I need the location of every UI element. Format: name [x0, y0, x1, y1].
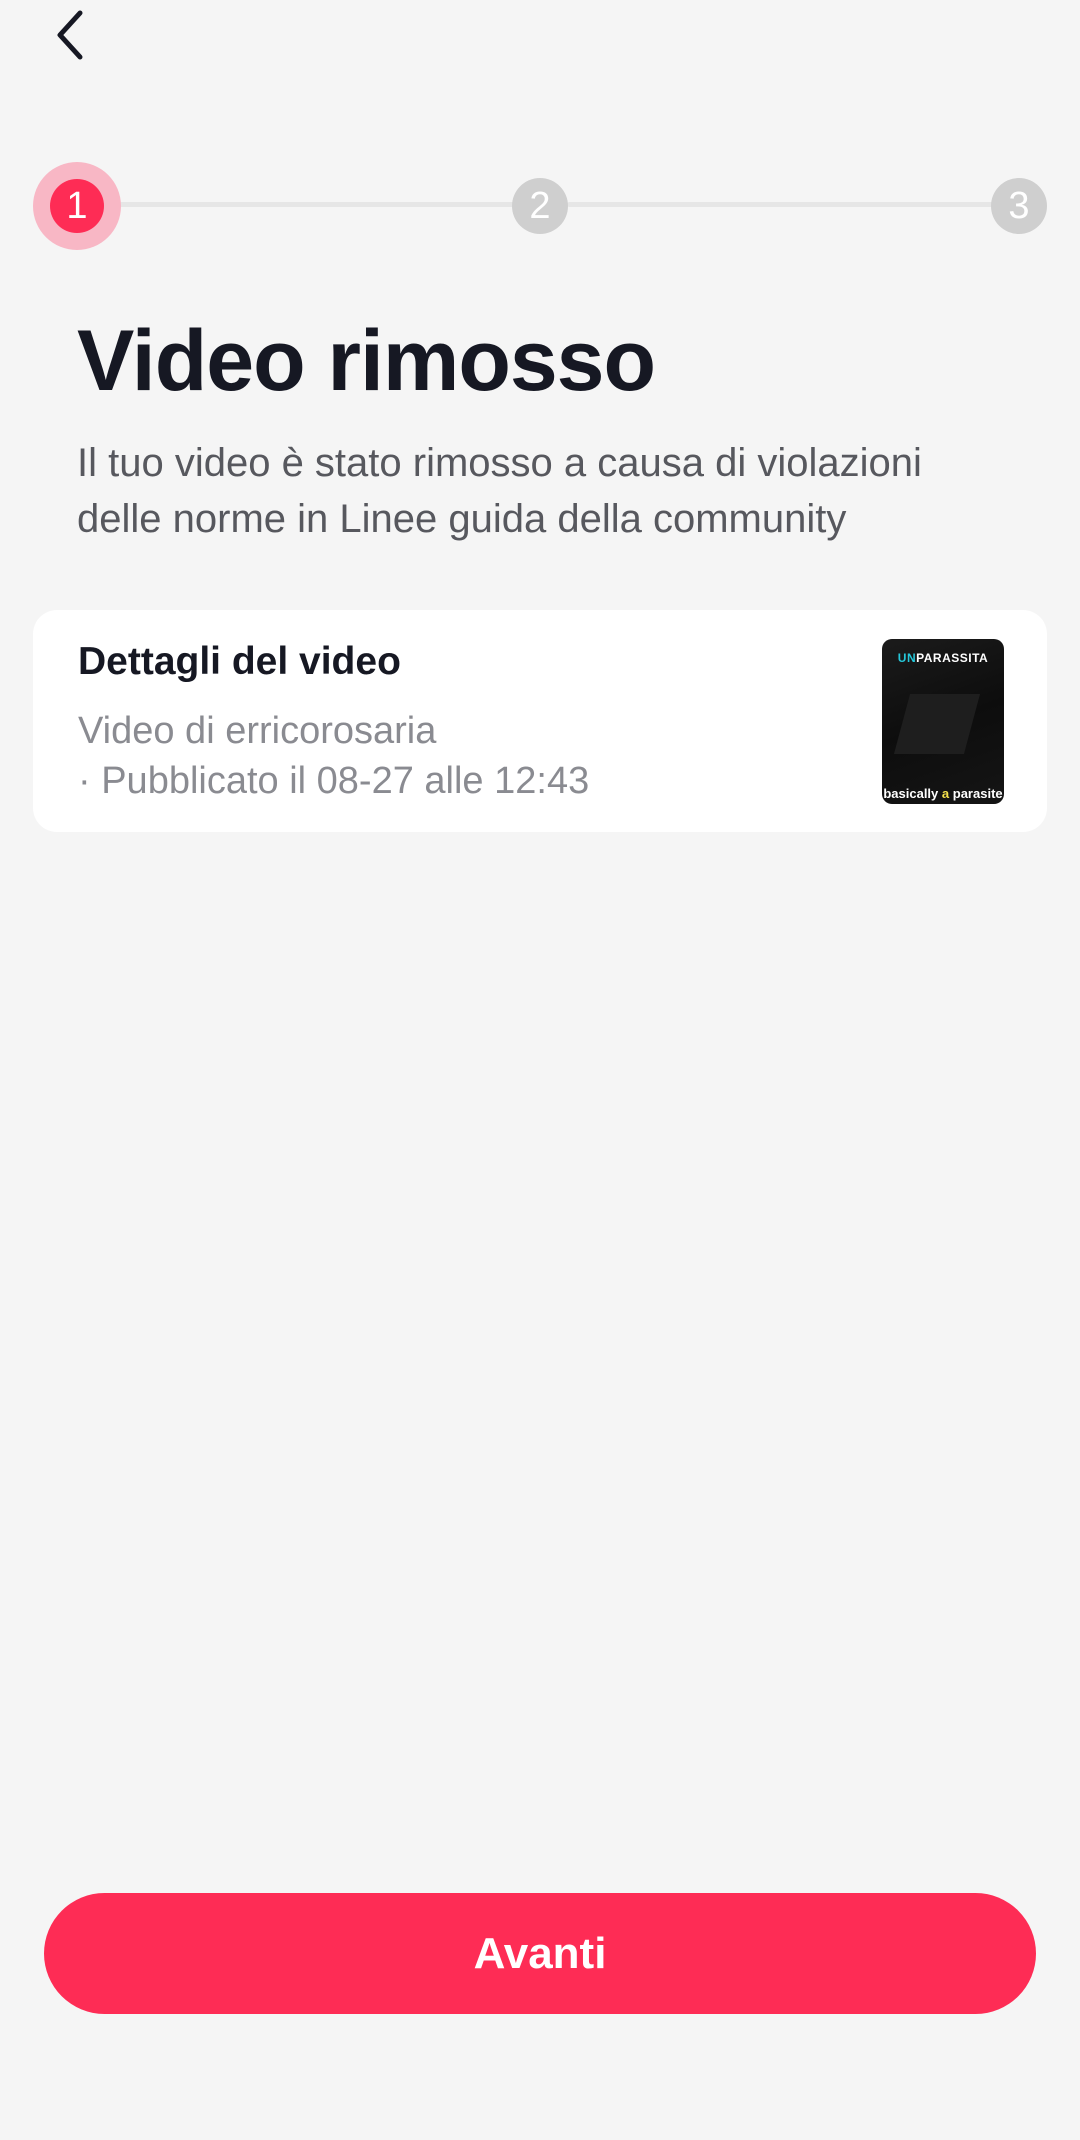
thumbnail-shape — [893, 694, 981, 754]
chevron-left-icon — [57, 10, 83, 60]
video-author: Video di erricorosaria — [78, 710, 437, 752]
page-subtitle: Il tuo video è stato rimosso a causa di … — [77, 441, 922, 541]
video-published-date: · Pubblicato il 08-27 alle 12:43 — [78, 760, 590, 802]
page-title: Video rimosso — [77, 313, 656, 409]
thumbnail-subtitle-highlight: a — [941, 786, 950, 801]
stepper-connector — [118, 202, 514, 207]
step-2: 2 — [512, 178, 568, 234]
video-thumbnail[interactable]: UNPARASSITA basically a parasite — [882, 639, 1004, 804]
step-3: 3 — [991, 178, 1047, 234]
video-details-card: Dettagli del video Video di erricorosari… — [33, 610, 1047, 832]
back-button[interactable] — [40, 0, 100, 70]
thumbnail-subtitle-prefix: basically — [883, 786, 939, 801]
thumbnail-subtitle-rest: parasite — [952, 786, 1003, 801]
thumbnail-caption-rest: PARASSITA — [916, 651, 989, 665]
card-title: Dettagli del video — [78, 640, 401, 683]
step-1: 1 — [50, 179, 104, 233]
thumbnail-caption-prefix: UN — [897, 651, 917, 665]
thumbnail-caption-top: UNPARASSITA — [882, 651, 1004, 665]
stepper-connector — [567, 202, 995, 207]
next-button[interactable]: Avanti — [44, 1893, 1036, 2014]
thumbnail-caption-bottom: basically a parasite — [882, 786, 1004, 801]
